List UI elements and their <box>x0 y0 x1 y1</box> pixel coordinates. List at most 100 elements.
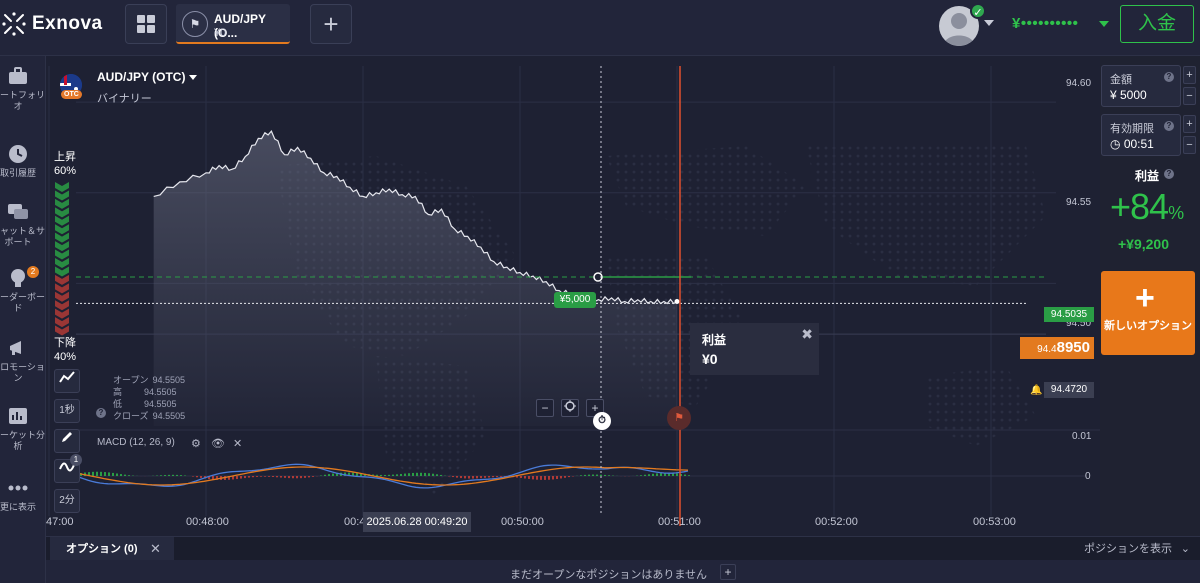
ohlc-high-value: 94.5505 <box>144 387 177 397</box>
add-position-button[interactable]: + <box>720 564 736 580</box>
sidebar-item-leaderboard[interactable]: 2 リーダーボード <box>0 266 45 314</box>
chevron-down-icon <box>189 75 198 81</box>
up-sentiment: 上昇 60% <box>54 150 76 178</box>
sidebar-item-promotion[interactable]: プロモーション <box>0 338 45 384</box>
macd-histogram-bar <box>588 474 590 476</box>
macd-histogram-bar <box>436 474 438 476</box>
macd-label: MACD (12, 26, 9) <box>97 437 175 448</box>
current-price-digits: 8950 <box>1056 339 1090 356</box>
macd-histogram-bar <box>108 472 110 476</box>
macd-histogram-bar <box>412 472 414 476</box>
macd-histogram-bar <box>384 474 386 476</box>
show-positions-link[interactable]: ポジションを表示 <box>1084 537 1172 561</box>
expiry-increase-button[interactable]: + <box>1183 115 1196 133</box>
chart-type-button[interactable] <box>54 369 80 393</box>
sidebar-item-portfolio[interactable]: ポートフォリオ <box>0 66 45 112</box>
settings-icon[interactable]: ⚙ <box>191 437 201 450</box>
macd-histogram-bar <box>252 476 254 478</box>
asset-grid-button[interactable] <box>125 4 167 44</box>
add-tab-button[interactable]: + <box>310 4 352 44</box>
close-icon[interactable]: ✖ <box>801 326 813 343</box>
timer-icon: ⏱ <box>593 412 611 430</box>
sidebar-item-chat[interactable]: チャット＆サポート <box>0 202 45 248</box>
bell-icon[interactable]: 🔔 <box>1030 385 1042 396</box>
new-option-button[interactable]: + 新しいオプション <box>1101 271 1195 355</box>
sentiment-bar <box>55 182 69 336</box>
macd-histogram-bar <box>424 472 426 476</box>
center-button[interactable] <box>561 399 579 417</box>
macd-histogram-bar <box>476 476 478 479</box>
macd-histogram-bar <box>196 476 198 478</box>
chevron-down-icon[interactable] <box>984 20 994 26</box>
down-sentiment: 下降 40% <box>54 336 76 364</box>
candle-duration-button[interactable]: 2分 <box>54 489 80 513</box>
draw-tool-button[interactable] <box>54 429 80 453</box>
logo[interactable]: Exnova <box>0 10 103 38</box>
macd-histogram-bar <box>104 472 106 476</box>
balance-chevron-down-icon[interactable] <box>1099 21 1109 27</box>
macd-histogram-bar <box>492 476 494 478</box>
macd-histogram-bar <box>428 473 430 476</box>
macd-histogram-bar <box>540 476 542 480</box>
alert-price-tag[interactable]: 94.4720 <box>1044 382 1094 398</box>
up-percent: 60% <box>54 165 77 177</box>
amount-value[interactable]: ¥ 5000 <box>1110 88 1147 102</box>
macd-histogram-bar <box>456 476 458 478</box>
help-icon[interactable]: ? <box>1164 169 1174 179</box>
macd-histogram-bar <box>100 471 102 476</box>
deposit-button[interactable]: 入金 <box>1120 5 1194 43</box>
asset-tab[interactable]: ⚑ AUD/JPY (O... ¥0 <box>176 4 290 44</box>
amount-label: 金額 <box>1110 74 1132 86</box>
timeframe-button[interactable]: 1秒 <box>54 399 80 423</box>
help-icon[interactable]: ? <box>96 408 106 418</box>
macd-histogram-bar <box>648 474 650 476</box>
expiry-value[interactable]: ◷ 00:51 <box>1110 137 1154 151</box>
expiry-decrease-button[interactable]: − <box>1183 136 1196 154</box>
macd-histogram-bar <box>684 474 686 476</box>
macd-histogram-bar <box>544 476 546 480</box>
sidebar-item-label: マーケット分析 <box>0 430 45 451</box>
zoom-out-button[interactable]: − <box>536 399 554 417</box>
clock-icon <box>9 145 27 163</box>
amount-decrease-button[interactable]: − <box>1183 87 1196 105</box>
help-icon[interactable]: ? <box>1164 72 1174 82</box>
down-label: 下降 <box>54 337 76 349</box>
expiry-field[interactable]: 有効期限 ? ◷ 00:51 <box>1101 114 1181 156</box>
profit-popup-value: ¥0 <box>702 351 718 367</box>
profit-percent: +84% <box>1110 186 1184 228</box>
close-icon[interactable]: ✕ <box>233 437 242 450</box>
macd-histogram-bar <box>552 476 554 480</box>
macd-histogram-bar <box>592 474 594 476</box>
ohlc-low-value: 94.5505 <box>144 399 177 409</box>
help-icon[interactable]: ? <box>1164 121 1174 131</box>
macd-histogram-bar <box>168 474 170 476</box>
briefcase-icon <box>9 67 27 84</box>
macd-histogram-bar <box>124 474 126 476</box>
amount-increase-button[interactable]: + <box>1183 66 1196 84</box>
sentiment-chevron <box>55 182 69 192</box>
brand-name: Exnova <box>32 13 103 34</box>
verified-icon: ✓ <box>970 3 986 19</box>
macd-histogram-bar <box>120 474 122 476</box>
x-tick-label: 00:52:00 <box>815 516 858 528</box>
macd-histogram-bar <box>192 476 194 477</box>
chevron-down-icon[interactable]: ⌄ <box>1181 537 1190 561</box>
macd-histogram-bar <box>580 475 582 476</box>
amount-field[interactable]: 金額 ? ¥ 5000 <box>1101 65 1181 107</box>
profit-popup-title: 利益 <box>702 333 727 347</box>
macd-histogram-bar <box>92 471 94 476</box>
asset-selector[interactable]: AUD/JPY (OTC) <box>97 70 198 84</box>
sidebar-item-market-analysis[interactable]: マーケット分析 <box>0 406 45 452</box>
account-balance[interactable]: ¥•••••••••• <box>1012 15 1078 32</box>
eye-icon[interactable]: 👁 <box>211 437 225 450</box>
indicator-button[interactable]: 1 <box>54 454 82 483</box>
x-tick-label: 00:53:00 <box>973 516 1016 528</box>
sidebar-item-more[interactable]: 更に表示 <box>0 478 45 513</box>
deal-amount-tag: ¥5,000 <box>554 292 596 308</box>
sidebar-item-history[interactable]: 取引履歴 <box>0 144 45 179</box>
close-icon[interactable]: ✕ <box>150 537 161 561</box>
macd-histogram-bar <box>392 474 394 476</box>
indicator-count-badge: 1 <box>70 454 82 466</box>
profit-popup: 利益 ¥0 ✖ <box>690 323 819 375</box>
macd-histogram-bar <box>256 476 258 477</box>
